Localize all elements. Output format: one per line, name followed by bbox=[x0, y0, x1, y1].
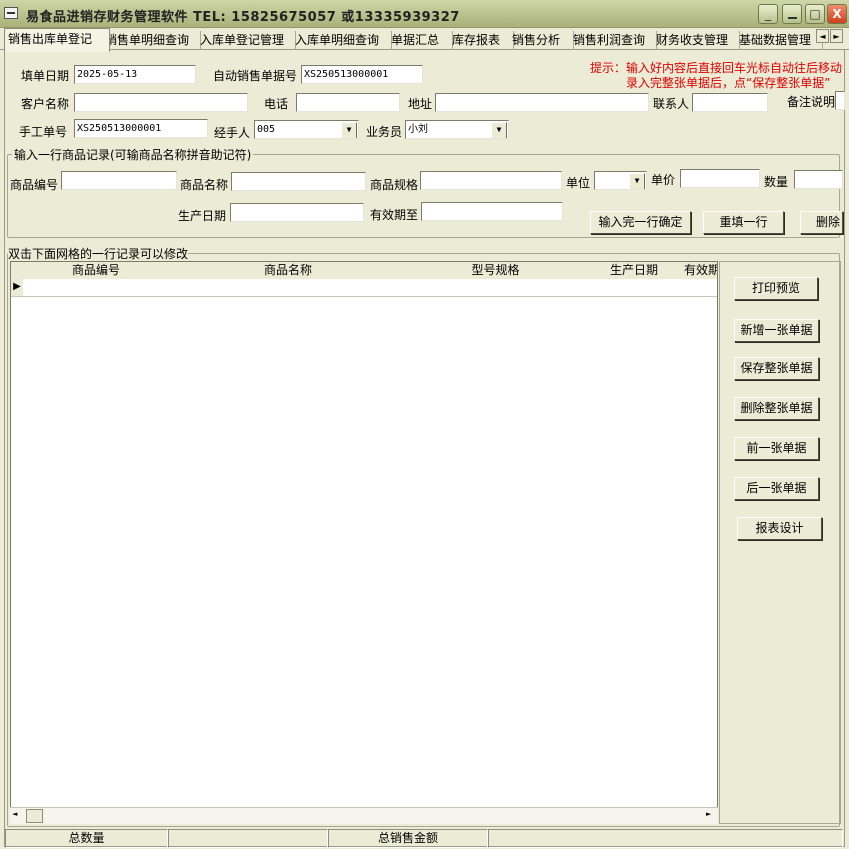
chevron-down-icon[interactable]: ▼ bbox=[629, 173, 645, 189]
salesman-value: 小刘 bbox=[408, 124, 428, 135]
salesman-select[interactable]: 小刘 ▼ bbox=[405, 120, 509, 139]
manual-no-label: 手工单号 bbox=[19, 125, 68, 139]
item-code-field[interactable] bbox=[61, 171, 177, 190]
new-doc-button[interactable]: 新增一张单据 bbox=[734, 319, 819, 342]
maximize-button[interactable]: □ bbox=[805, 4, 825, 24]
unit-select[interactable]: ▼ bbox=[594, 171, 647, 190]
tab-base-data[interactable]: 基础数据管理 bbox=[736, 31, 823, 50]
handler-select[interactable]: 005 ▼ bbox=[254, 120, 359, 139]
auto-no-label: 自动销售单据号 bbox=[213, 69, 298, 83]
tab-strip: 销售出库单登记 销售单明细查询 入库单登记管理 入库单明细查询 单据汇总 库存报… bbox=[0, 28, 849, 52]
remark-label: 备注说明 bbox=[787, 95, 836, 109]
fill-date-field[interactable]: 2025-05-13 bbox=[74, 65, 196, 84]
tab-sales-profit[interactable]: 销售利润查询 bbox=[570, 31, 657, 50]
quantity-field[interactable] bbox=[794, 170, 843, 189]
minimize-button[interactable]: _ bbox=[758, 4, 778, 24]
items-grid[interactable]: 商品编号 商品名称 型号规格 生产日期 有效期至 ▶ bbox=[10, 261, 718, 824]
fill-date-label: 填单日期 bbox=[21, 69, 70, 83]
salesman-label: 业务员 bbox=[366, 125, 403, 139]
chevron-down-icon[interactable]: ▼ bbox=[491, 122, 507, 138]
horizontal-scrollbar[interactable]: ◄ ► bbox=[10, 807, 718, 824]
expiry-label: 有效期至 bbox=[370, 208, 419, 222]
auto-no-field[interactable]: XS250513000001 bbox=[301, 65, 423, 84]
table-cell[interactable] bbox=[23, 279, 170, 297]
tab-sales-outbound[interactable]: 销售出库单登记 bbox=[4, 28, 110, 52]
title-bar: 易食品进销存财务管理软件 TEL: 15825675057 或133359393… bbox=[0, 0, 849, 28]
minimize-icon-button[interactable] bbox=[782, 4, 802, 24]
report-design-button[interactable]: 报表设计 bbox=[737, 517, 822, 540]
hint-line-2: 录入完整张单据后，点“保存整张单据” bbox=[626, 76, 831, 90]
expiry-field[interactable] bbox=[421, 202, 563, 221]
item-name-label: 商品名称 bbox=[180, 178, 229, 192]
app-menu-icon[interactable] bbox=[4, 7, 18, 19]
col-header-prod-date[interactable]: 生产日期 bbox=[584, 262, 685, 280]
address-label: 地址 bbox=[408, 97, 433, 111]
price-label: 单价 bbox=[651, 173, 676, 187]
grid-legend: 双击下面网格的一行记录可以修改 bbox=[8, 247, 189, 261]
prev-doc-button[interactable]: 前一张单据 bbox=[734, 437, 819, 460]
item-entry-legend: 输入一行商品记录(可输商品名称拼音助记符) bbox=[14, 148, 252, 162]
scroll-right-icon[interactable]: ► bbox=[706, 810, 711, 818]
tab-inbound-detail[interactable]: 入库单明细查询 bbox=[292, 31, 392, 50]
col-header-name[interactable]: 商品名称 bbox=[169, 262, 408, 280]
tab-sales-analysis[interactable]: 销售分析 bbox=[509, 31, 574, 50]
contact-field[interactable] bbox=[692, 93, 768, 112]
next-doc-button[interactable]: 后一张单据 bbox=[734, 477, 819, 500]
tab-inbound-register[interactable]: 入库单登记管理 bbox=[197, 31, 296, 50]
prod-date-field[interactable] bbox=[230, 203, 364, 222]
table-cell[interactable] bbox=[169, 279, 408, 297]
delete-doc-button[interactable]: 删除整张单据 bbox=[734, 397, 819, 420]
phone-field[interactable] bbox=[296, 93, 400, 112]
contact-label: 联系人 bbox=[653, 97, 690, 111]
handler-value: 005 bbox=[257, 124, 276, 135]
col-header-expiry[interactable]: 有效期至 bbox=[684, 262, 717, 280]
table-cell[interactable] bbox=[407, 279, 585, 297]
table-cell[interactable] bbox=[584, 279, 685, 297]
item-name-field[interactable] bbox=[231, 172, 366, 191]
tab-scroll-left-icon[interactable]: ◄ bbox=[816, 29, 829, 43]
item-spec-label: 商品规格 bbox=[370, 178, 419, 192]
window-title: 易食品进销存财务管理软件 TEL: 15825675057 或133359393… bbox=[26, 10, 460, 25]
scroll-thumb[interactable] bbox=[26, 809, 43, 823]
tab-sales-detail[interactable]: 销售单明细查询 bbox=[102, 31, 201, 50]
total-amount-value bbox=[488, 829, 843, 848]
item-code-label: 商品编号 bbox=[10, 178, 59, 192]
print-preview-button[interactable]: 打印预览 bbox=[734, 277, 818, 300]
save-doc-button[interactable]: 保存整张单据 bbox=[734, 357, 819, 380]
total-qty-label: 总数量 bbox=[5, 829, 168, 848]
tab-inventory-report[interactable]: 库存报表 bbox=[449, 31, 514, 50]
total-amount-label: 总销售金额 bbox=[328, 829, 488, 848]
quantity-label: 数量 bbox=[764, 175, 789, 189]
reset-row-button[interactable]: 重填一行 bbox=[703, 211, 784, 234]
scroll-left-icon[interactable]: ◄ bbox=[12, 810, 17, 818]
close-button[interactable]: X bbox=[827, 4, 847, 24]
remark-field[interactable] bbox=[835, 91, 845, 110]
item-spec-field[interactable] bbox=[420, 171, 562, 190]
chevron-down-icon[interactable]: ▼ bbox=[341, 122, 357, 138]
price-field[interactable] bbox=[680, 169, 760, 188]
minimize-icon bbox=[788, 17, 797, 19]
phone-label: 电话 bbox=[264, 97, 289, 111]
tab-scroll-right-icon[interactable]: ► bbox=[830, 29, 843, 43]
confirm-row-button[interactable]: 输入完一行确定 bbox=[590, 211, 691, 234]
manual-no-field[interactable]: XS250513000001 bbox=[74, 119, 208, 138]
handler-label: 经手人 bbox=[214, 126, 251, 140]
col-header-code[interactable]: 商品编号 bbox=[23, 262, 170, 280]
table-cell[interactable] bbox=[684, 279, 717, 297]
prod-date-label: 生产日期 bbox=[178, 209, 227, 223]
side-button-panel bbox=[719, 261, 841, 824]
customer-field[interactable] bbox=[74, 93, 248, 112]
delete-row-button[interactable]: 删除 bbox=[800, 211, 843, 234]
address-field[interactable] bbox=[435, 93, 649, 112]
customer-label: 客户名称 bbox=[21, 97, 70, 111]
tab-doc-summary[interactable]: 单据汇总 bbox=[388, 31, 453, 50]
unit-label: 单位 bbox=[566, 176, 591, 190]
total-qty-value bbox=[168, 829, 328, 848]
col-header-spec[interactable]: 型号规格 bbox=[407, 262, 585, 280]
tab-finance[interactable]: 财务收支管理 bbox=[653, 31, 740, 50]
